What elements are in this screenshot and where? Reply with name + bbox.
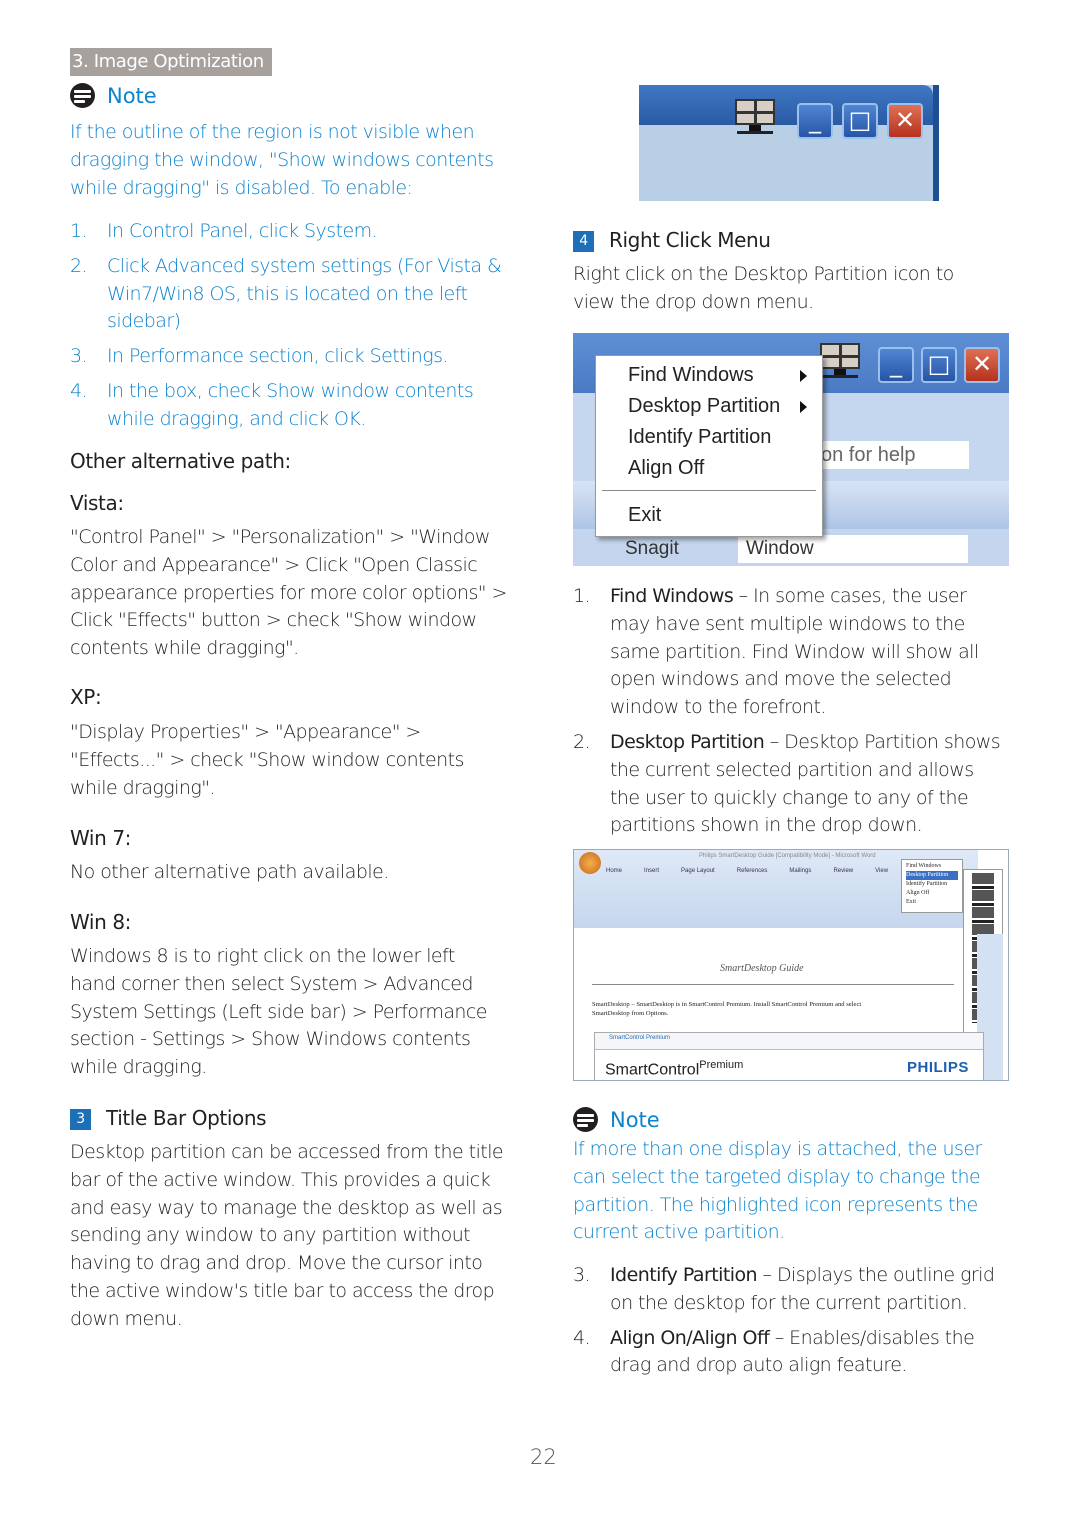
note-label: Note bbox=[107, 83, 157, 108]
xp-label: XP: bbox=[70, 685, 102, 709]
note-heading: Note bbox=[70, 83, 157, 108]
maximize-icon: □ bbox=[842, 103, 878, 139]
menu-item-find-windows[interactable]: Find Windows bbox=[628, 364, 754, 387]
close-icon: ✕ bbox=[964, 347, 1000, 383]
submenu-arrow-icon bbox=[800, 370, 807, 382]
desktop-partition-icon bbox=[733, 99, 777, 135]
feature-item: 4. Align On/Align Off – Enables/disables … bbox=[573, 1326, 975, 1377]
divider bbox=[592, 984, 954, 985]
title-bar-screenshot: _ □ ✕ bbox=[639, 85, 939, 201]
submenu-arrow-icon bbox=[800, 401, 807, 413]
alt-path-heading: Other alternative path: bbox=[70, 449, 291, 473]
vista-text: "Control Panel" > "Personalization" > "W… bbox=[70, 526, 507, 660]
win8-text: Windows 8 is to right click on the lower… bbox=[70, 945, 488, 1079]
note-step: 3. In Performance section, click Settings… bbox=[70, 345, 449, 368]
section-4-text: Right click on the Desktop Partition ico… bbox=[573, 263, 954, 313]
brand-name: SmartControlPremium bbox=[605, 1059, 744, 1079]
note-step: 2. Click Advanced system settings (For Vi… bbox=[70, 254, 502, 333]
close-icon: ✕ bbox=[887, 103, 923, 139]
note-icon bbox=[70, 83, 95, 108]
section-3-heading: 3 Title Bar Options bbox=[70, 1104, 267, 1132]
win7-label: Win 7: bbox=[70, 826, 131, 850]
xp-text: "Display Properties" > "Appearance" > "E… bbox=[70, 721, 464, 799]
word-screenshot: Philips SmartDesktop Guide [Compatibilit… bbox=[573, 849, 1009, 1081]
menu-item-identify-partition[interactable]: Identify Partition bbox=[628, 426, 771, 449]
context-menu: Find Windows Desktop Partition Identify … bbox=[901, 859, 963, 913]
section-header: 3. Image Optimization bbox=[70, 48, 272, 76]
help-search-box: on for help bbox=[821, 441, 969, 469]
note-icon bbox=[573, 1107, 598, 1132]
page-number: 22 bbox=[530, 1445, 557, 1469]
note-text: If more than one display is attached, th… bbox=[573, 1138, 982, 1244]
note-step: 4. In the box, check Show window contents… bbox=[70, 379, 474, 430]
win7-text: No other alternative path available. bbox=[70, 861, 389, 883]
window-title: Philips SmartDesktop Guide [Compatibilit… bbox=[699, 853, 876, 859]
feature-item: 1. Find Windows – In some cases, the user… bbox=[573, 585, 979, 719]
maximize-icon: □ bbox=[921, 347, 957, 383]
menu-item-exit[interactable]: Exit bbox=[628, 504, 661, 527]
desktop-partition-icon bbox=[818, 343, 862, 379]
note-label: Note bbox=[610, 1107, 660, 1132]
section-4-heading: 4 Right Click Menu bbox=[573, 226, 771, 254]
smartcontrol-dialog: SmartControl Premium SmartControlPremium… bbox=[594, 1032, 984, 1080]
section-3-text: Desktop partition can be accessed from t… bbox=[70, 1141, 504, 1330]
menu-item-align-off[interactable]: Align Off bbox=[628, 457, 704, 480]
note-text: If the outline of the region is not visi… bbox=[70, 121, 494, 199]
note-steps: 1. In Control Panel, click System. 2. Clic… bbox=[70, 218, 510, 434]
menu-separator bbox=[602, 490, 816, 491]
feature-list-b: 3. Identify Partition – Displays the outl… bbox=[573, 1262, 998, 1380]
doc-body: SmartDesktop – SmartDesktop is in SmartC… bbox=[592, 1001, 862, 1017]
vista-label: Vista: bbox=[70, 491, 124, 515]
section-number-badge: 3 bbox=[70, 1109, 91, 1130]
philips-logo: PHILIPS bbox=[907, 1059, 969, 1076]
ribbon-tabs: Home Insert Page Layout References Mailings R… bbox=[606, 868, 889, 874]
note-step: 1. In Control Panel, click System. bbox=[70, 220, 378, 242]
minimize-icon: _ bbox=[878, 347, 914, 383]
minimize-icon: _ bbox=[797, 103, 833, 139]
office-button-icon bbox=[579, 852, 601, 874]
snagit-toolbar: Snagit Window bbox=[573, 533, 1009, 566]
note-heading: Note bbox=[573, 1107, 660, 1132]
feature-item: 3. Identify Partition – Displays the outl… bbox=[573, 1264, 995, 1314]
right-click-menu-screenshot: _ □ ✕ on for help Snagit Window Find Win… bbox=[573, 333, 1009, 566]
feature-list-a: 1. Find Windows – In some cases, the user… bbox=[573, 583, 1005, 840]
doc-title: SmartDesktop Guide bbox=[720, 963, 804, 974]
menu-item-desktop-partition[interactable]: Desktop Partition bbox=[628, 395, 780, 418]
win8-label: Win 8: bbox=[70, 910, 131, 934]
feature-item: 2. Desktop Partition – Desktop Partition … bbox=[573, 730, 1001, 837]
section-number-badge: 4 bbox=[573, 231, 594, 252]
context-menu: Find Windows Desktop Partition Identify … bbox=[595, 355, 823, 537]
